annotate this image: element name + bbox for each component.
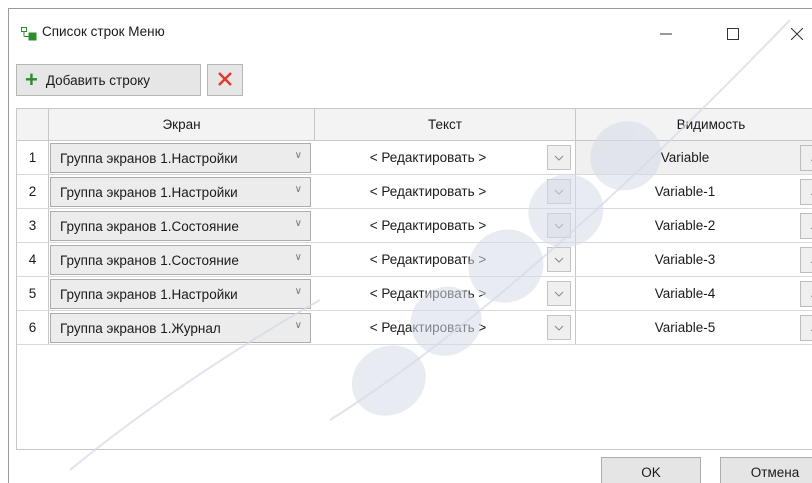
table-row[interactable]: 6 Группа экранов 1.Журнал ∨ < Редактиров… xyxy=(17,311,812,345)
text-dropdown-button[interactable] xyxy=(547,213,571,238)
chevron-down-icon: ∨ xyxy=(294,150,302,161)
chevron-down-icon: ∨ xyxy=(294,320,302,331)
delete-row-button[interactable] xyxy=(207,64,243,96)
minimize-button[interactable] xyxy=(643,17,689,53)
close-icon xyxy=(790,27,804,43)
header-screen[interactable]: Экран xyxy=(49,109,315,140)
chevron-down-icon: ∨ xyxy=(294,252,302,263)
screen-value: Группа экранов 1.Настройки xyxy=(60,150,238,166)
chevron-down-icon xyxy=(554,325,564,331)
chevron-down-icon: ∨ xyxy=(294,218,302,229)
grid-header: Экран Текст Видимость xyxy=(17,109,812,141)
visibility-value[interactable]: Variable xyxy=(576,141,812,174)
ok-button[interactable]: OK xyxy=(601,457,701,483)
header-text[interactable]: Текст xyxy=(315,109,576,140)
visibility-value[interactable]: Variable-3 xyxy=(576,243,812,276)
visibility-value[interactable]: Variable-1 xyxy=(576,175,812,208)
row-number: 3 xyxy=(17,209,49,242)
chevron-down-icon xyxy=(554,257,564,263)
text-cell[interactable]: < Редактировать > xyxy=(315,243,576,276)
text-dropdown-button[interactable] xyxy=(547,281,571,306)
visibility-value[interactable]: Variable-5 xyxy=(576,311,812,344)
table-row[interactable]: 1 Группа экранов 1.Настройки ∨ < Редакти… xyxy=(17,141,812,175)
visibility-browse-button[interactable]: ... xyxy=(800,145,812,171)
text-dropdown-button[interactable] xyxy=(547,145,571,170)
row-number: 6 xyxy=(17,311,49,344)
text-value: < Редактировать > xyxy=(369,184,487,199)
visibility-browse-button[interactable]: ... xyxy=(800,247,812,273)
chevron-down-icon: ∨ xyxy=(294,184,302,195)
chevron-down-icon xyxy=(554,189,564,195)
screen-select[interactable]: Группа экранов 1.Состояние ∨ xyxy=(50,211,311,241)
screen-select[interactable]: Группа экранов 1.Настройки ∨ xyxy=(50,143,311,173)
chevron-down-icon: ∨ xyxy=(294,286,302,297)
maximize-button[interactable] xyxy=(710,17,756,53)
header-visibility[interactable]: Видимость xyxy=(576,109,812,140)
cancel-button[interactable]: Отмена xyxy=(720,457,812,483)
visibility-browse-button[interactable]: ... xyxy=(800,213,812,239)
visibility-browse-button[interactable]: ... xyxy=(800,315,812,341)
table-row[interactable]: 2 Группа экранов 1.Настройки ∨ < Редакти… xyxy=(17,175,812,209)
screen-value: Группа экранов 1.Журнал xyxy=(60,320,221,336)
text-cell[interactable]: < Редактировать > xyxy=(315,277,576,310)
screen-select[interactable]: Группа экранов 1.Состояние ∨ xyxy=(50,245,311,275)
screen-value: Группа экранов 1.Состояние xyxy=(60,252,239,268)
text-value: < Редактировать > xyxy=(369,218,487,233)
chevron-down-icon xyxy=(554,155,564,161)
visibility-browse-button[interactable]: ... xyxy=(800,281,812,307)
add-row-label: Добавить строку xyxy=(45,72,151,88)
text-value: < Редактировать > xyxy=(369,286,487,301)
text-cell[interactable]: < Редактировать > xyxy=(315,209,576,242)
screen-value: Группа экранов 1.Состояние xyxy=(60,218,239,234)
visibility-value[interactable]: Variable-2 xyxy=(576,209,812,242)
chevron-down-icon xyxy=(554,223,564,229)
delete-x-icon xyxy=(217,71,233,90)
text-dropdown-button[interactable] xyxy=(547,247,571,272)
dialog-window: Список строк Меню + Добавить строку Экра… xyxy=(8,8,812,483)
text-cell[interactable]: < Редактировать > xyxy=(315,175,576,208)
text-value: < Редактировать > xyxy=(369,320,487,335)
text-dropdown-button[interactable] xyxy=(547,315,571,340)
table-row[interactable]: 5 Группа экранов 1.Настройки ∨ < Редакти… xyxy=(17,277,812,311)
maximize-icon xyxy=(727,27,739,43)
text-cell[interactable]: < Редактировать > xyxy=(315,311,576,344)
text-value: < Редактировать > xyxy=(369,150,487,165)
plus-icon: + xyxy=(25,67,38,92)
screen-value: Группа экранов 1.Настройки xyxy=(60,286,238,302)
row-number: 2 xyxy=(17,175,49,208)
table-row[interactable]: 4 Группа экранов 1.Состояние ∨ < Редакти… xyxy=(17,243,812,277)
text-cell[interactable]: < Редактировать > xyxy=(315,141,576,174)
header-rownum xyxy=(17,109,49,140)
screen-select[interactable]: Группа экранов 1.Настройки ∨ xyxy=(50,279,311,309)
row-number: 4 xyxy=(17,243,49,276)
title-bar[interactable]: Список строк Меню xyxy=(9,9,812,55)
row-number: 5 xyxy=(17,277,49,310)
screen-select[interactable]: Группа экранов 1.Настройки ∨ xyxy=(50,177,311,207)
chevron-down-icon xyxy=(554,291,564,297)
visibility-value[interactable]: Variable-4 xyxy=(576,277,812,310)
visibility-browse-button[interactable]: ... xyxy=(800,179,812,205)
screen-select[interactable]: Группа экранов 1.Журнал ∨ xyxy=(50,313,311,343)
text-value: < Редактировать > xyxy=(369,252,487,267)
row-number: 1 xyxy=(17,141,49,174)
table-row[interactable]: 3 Группа экранов 1.Состояние ∨ < Редакти… xyxy=(17,209,812,243)
close-button[interactable] xyxy=(774,17,812,53)
window-title: Список строк Меню xyxy=(42,24,165,39)
text-dropdown-button[interactable] xyxy=(547,179,571,204)
menu-list-icon xyxy=(21,27,37,41)
minimize-icon xyxy=(660,28,672,43)
screen-value: Группа экранов 1.Настройки xyxy=(60,184,238,200)
menu-rows-grid: Экран Текст Видимость 1 Группа экранов 1… xyxy=(16,108,812,450)
add-row-button[interactable]: + Добавить строку xyxy=(16,64,201,96)
